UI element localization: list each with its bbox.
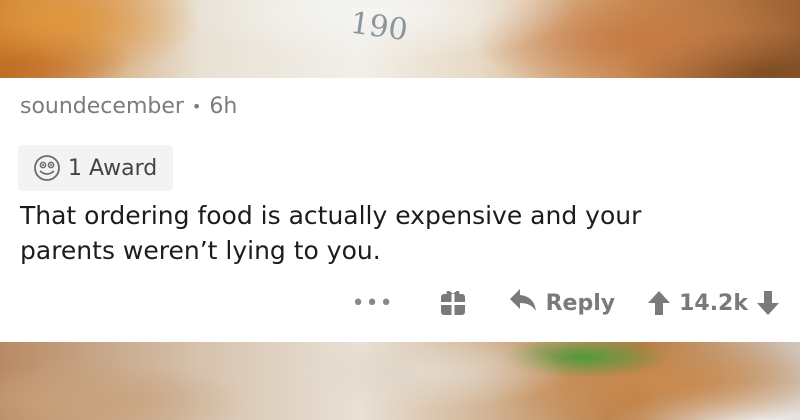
award-badge[interactable]: 1 Award [18, 145, 174, 191]
comment-age: 6h [209, 94, 238, 119]
comment-card: soundecember • 6h 1 Award That ordering … [0, 78, 800, 342]
food-photo-top: 190 [0, 0, 800, 78]
comment-meta: soundecember • 6h [20, 94, 237, 119]
vote-score: 14.2k [679, 290, 748, 316]
wrapper-scribble-text: 190 [348, 6, 410, 49]
comment-body-line: parents weren’t lying to you. [20, 236, 381, 265]
meta-separator: • [191, 97, 202, 116]
comment-body-line: That ordering food is actually expensive… [20, 201, 642, 230]
comment-body: That ordering food is actually expensive… [20, 198, 740, 268]
vote-controls: 14.2k [647, 290, 780, 316]
award-face-icon [32, 153, 62, 183]
downvote-arrow-icon[interactable] [756, 290, 780, 316]
more-options-button[interactable]: ••• [352, 283, 394, 323]
upvote-arrow-icon[interactable] [647, 290, 671, 316]
wrapper-scribble: 190 [348, 6, 410, 49]
comment-author[interactable]: soundecember [20, 94, 184, 119]
reply-button[interactable]: Reply [508, 287, 616, 319]
reply-label: Reply [545, 290, 616, 316]
award-count-label: 1 Award [68, 155, 158, 181]
food-photo-bottom [0, 342, 800, 420]
gift-box-icon[interactable] [438, 288, 468, 318]
comment-action-bar: ••• Reply 14.2k [352, 283, 780, 323]
reply-arrow-icon [508, 287, 538, 319]
